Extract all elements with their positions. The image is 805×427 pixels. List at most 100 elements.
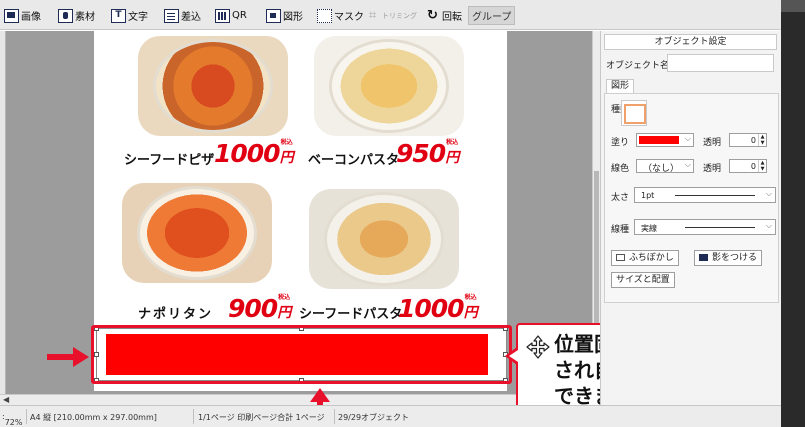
- rotate-button[interactable]: ↻ 回転: [425, 6, 462, 25]
- price-value: 1000: [398, 294, 465, 323]
- thickness-label: 太さ: [611, 193, 630, 203]
- line-transparency-stepper[interactable]: 0 ▲ ▼: [729, 159, 767, 173]
- chevron-down-icon: ⌵: [765, 221, 772, 230]
- highlight-box: [91, 325, 512, 384]
- trimming-button[interactable]: ⌗ トリミング: [365, 6, 417, 25]
- object-name-input[interactable]: [667, 54, 774, 72]
- thickness-select[interactable]: 1pt ⌵: [634, 187, 776, 203]
- chevron-down-icon: ⌵: [684, 160, 691, 169]
- chevron-down-icon: ⌵: [765, 189, 772, 198]
- image-icon: [4, 8, 19, 23]
- blur-button-label: ふちぼかし: [629, 253, 674, 263]
- fill-color-select[interactable]: ⌵: [636, 133, 694, 147]
- menu-item-price[interactable]: 950円 税込: [396, 139, 459, 168]
- bacon-pasta-photo[interactable]: [314, 36, 464, 136]
- fill-color-swatch: [639, 136, 679, 144]
- crop-icon: ⌗: [368, 7, 377, 23]
- trimming-label: トリミング: [382, 11, 417, 20]
- zoom-level: : 72%: [2, 412, 23, 427]
- material-button[interactable]: 素材: [58, 6, 95, 25]
- horizontal-scrollbar[interactable]: ◀: [0, 394, 600, 405]
- stepper-arrows-icon[interactable]: ▲ ▼: [758, 160, 766, 172]
- size-position-button[interactable]: サイズと配置: [611, 272, 675, 288]
- pizza-photo[interactable]: [138, 36, 288, 136]
- scroll-left-icon[interactable]: ◀: [3, 395, 9, 404]
- mask-button[interactable]: マスク: [317, 6, 364, 25]
- image-label: 画像: [21, 12, 41, 23]
- left-ruler: [0, 31, 6, 407]
- thickness-value: 1pt: [641, 191, 655, 200]
- line-color-select[interactable]: （なし） ⌵: [636, 159, 694, 174]
- arrow-right-icon: [47, 347, 89, 367]
- zoom-value: 72%: [4, 418, 23, 427]
- move-icon: [526, 335, 550, 359]
- price-tax: 税込: [446, 139, 459, 146]
- qr-button[interactable]: QR: [215, 6, 247, 25]
- shadow-icon: [699, 254, 708, 261]
- qr-label: QR: [232, 10, 247, 21]
- image-button[interactable]: 画像: [4, 6, 41, 25]
- rotate-icon: ↻: [427, 7, 438, 23]
- menu-item-name[interactable]: ナポリタン: [138, 303, 213, 322]
- napolitan-photo[interactable]: [122, 183, 272, 283]
- menu-item-price[interactable]: 1000円 税込: [398, 294, 478, 323]
- line-color-value: （なし）: [643, 164, 680, 174]
- insert-label: 差込: [181, 12, 201, 23]
- stepper-arrows-icon[interactable]: ▲ ▼: [758, 134, 766, 146]
- panel-title: オブジェクト設定: [604, 34, 777, 50]
- menu-item-name[interactable]: シーフードパスタ: [299, 303, 402, 322]
- shadow-button[interactable]: 影をつける: [694, 250, 763, 266]
- line-type-value: 実線: [641, 224, 657, 233]
- object-settings-panel: オブジェクト設定 オブジェクト名 図形 種類 塗り ⌵ 透明 0 ▲ ▼ 線色 （…: [600, 31, 781, 405]
- price-yen: 円: [277, 305, 292, 321]
- tab-shape[interactable]: 図形: [606, 79, 635, 93]
- menu-item-name[interactable]: シーフードピザ: [124, 149, 214, 168]
- shape-type-swatch[interactable]: [621, 100, 647, 126]
- paper-size: A4 縦 [210.00mm x 297.00mm]: [30, 413, 157, 422]
- price-yen: 円: [279, 150, 294, 166]
- price-tax: 税込: [278, 294, 291, 301]
- price-yen: 円: [445, 150, 460, 166]
- insert-icon: [164, 8, 179, 23]
- chevron-down-icon: ⌵: [684, 134, 691, 143]
- menu-item-price[interactable]: 900円 税込: [228, 294, 291, 323]
- mask-icon: [317, 8, 332, 23]
- object-name-label: オブジェクト名: [606, 61, 670, 71]
- status-bar: : 72% A4 縦 [210.00mm x 297.00mm] 1/1ページ …: [0, 405, 781, 427]
- blur-icon: [616, 254, 625, 261]
- price-tax: 税込: [464, 294, 477, 301]
- text-button[interactable]: T 文字: [111, 6, 148, 25]
- blur-edge-button[interactable]: ふちぼかし: [611, 250, 679, 266]
- material-label: 素材: [75, 12, 95, 23]
- price-value: 950: [396, 139, 446, 168]
- line-type-label: 線種: [611, 225, 630, 235]
- insert-button[interactable]: 差込: [164, 6, 201, 25]
- line-color-label: 線色: [611, 164, 630, 174]
- toolbar: 画像 素材 T 文字 差込 QR 図形 マスク ⌗ トリミング ↻ 回転 グルー…: [0, 0, 781, 30]
- shape-icon: [266, 8, 281, 23]
- window-edge: [781, 0, 805, 427]
- fill-transparency-value: 0: [750, 136, 756, 145]
- text-label: 文字: [128, 12, 148, 23]
- group-label: グループ: [472, 12, 512, 23]
- seafood-pasta-photo[interactable]: [309, 189, 459, 289]
- line-type-select[interactable]: 実線 ⌵: [634, 219, 776, 235]
- price-yen: 円: [463, 305, 478, 321]
- group-button[interactable]: グループ: [468, 6, 516, 25]
- fill-label: 塗り: [611, 138, 630, 148]
- line-transparency-value: 0: [750, 162, 756, 171]
- material-icon: [58, 8, 73, 23]
- page-count: 1/1ページ 印刷ページ合計 1ページ: [198, 413, 325, 422]
- fill-transparency-stepper[interactable]: 0 ▲ ▼: [729, 133, 767, 147]
- shape-button[interactable]: 図形: [266, 6, 303, 25]
- fill-transparency-label: 透明: [703, 138, 722, 148]
- object-count: 29/29オブジェクト: [338, 413, 410, 422]
- mask-label: マスク: [334, 12, 364, 23]
- text-icon: T: [111, 8, 126, 23]
- price-value: 900: [228, 294, 278, 323]
- menu-item-name[interactable]: ベーコンパスタ: [308, 149, 399, 168]
- menu-item-price[interactable]: 1000円 税込: [214, 139, 294, 168]
- rotate-label: 回転: [442, 12, 462, 23]
- qr-icon: [215, 8, 230, 23]
- price-value: 1000: [214, 139, 281, 168]
